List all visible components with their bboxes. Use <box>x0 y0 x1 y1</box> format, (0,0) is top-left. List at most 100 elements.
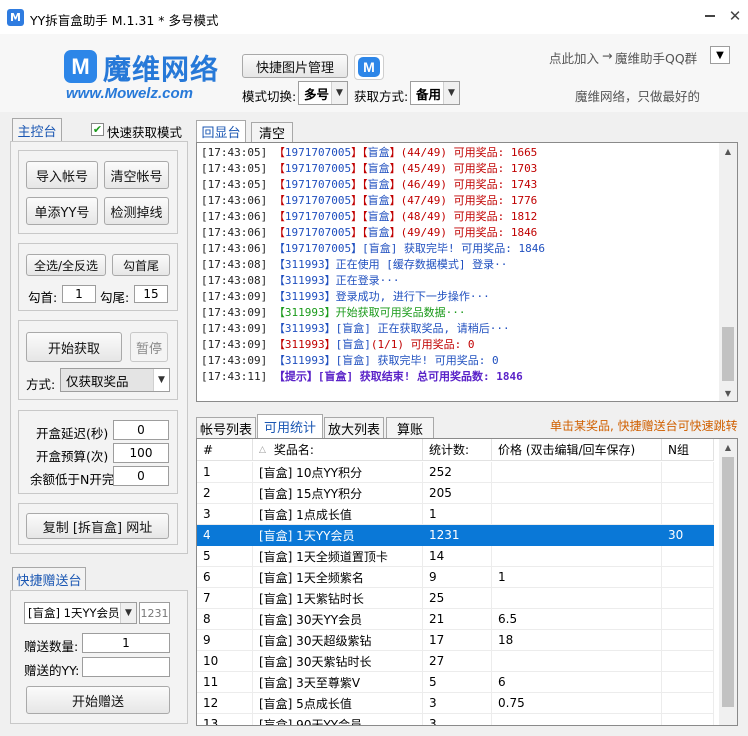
minimize-button[interactable] <box>702 8 718 24</box>
join-link[interactable]: 点此加入 <box>549 48 599 67</box>
table-row[interactable]: 6 [盲盒] 1天全频紫名 9 1 <box>197 567 714 588</box>
table-row[interactable]: 3 [盲盒] 1点成长值 1 <box>197 504 714 525</box>
table-row[interactable]: 9 [盲盒] 30天超级紫钻 17 18 <box>197 630 714 651</box>
cell-index: 10 <box>197 651 253 672</box>
log-line: [17:43:05] 【1971707005】【盲盒】(46/49) 可用奖品:… <box>201 177 537 192</box>
cell-price[interactable]: 0.75 <box>492 693 662 714</box>
scroll-up-icon[interactable]: ▲ <box>719 143 737 159</box>
cell-price[interactable] <box>492 462 662 483</box>
tab-log-display[interactable]: 回显台 <box>196 120 246 142</box>
log-text: 】(49/49) 可用奖品: 1846 <box>389 226 538 239</box>
cell-count: 17 <box>423 630 492 651</box>
head-input[interactable]: 1 <box>62 285 96 303</box>
table-row[interactable]: 1 [盲盒] 10点YY积分 252 <box>197 462 714 483</box>
close-button[interactable]: ✕ <box>726 6 744 26</box>
table-row[interactable]: 12 [盲盒] 5点成长值 3 0.75 <box>197 693 714 714</box>
log-text: 【311993】[盲盒] 获取完毕! 可用奖品: 0 <box>267 354 499 367</box>
cell-price[interactable]: 6 <box>492 672 662 693</box>
log-timestamp: [17:43:08] <box>201 258 268 271</box>
cell-price[interactable]: 18 <box>492 630 662 651</box>
tab-account-list[interactable]: 帐号列表 <box>196 417 256 438</box>
qq-group-link[interactable]: 魔维助手QQ群 <box>615 48 697 67</box>
cell-price[interactable] <box>492 483 662 504</box>
log-text: 1971707005 <box>284 162 352 175</box>
table-row[interactable]: 2 [盲盒] 15点YY积分 205 <box>197 483 714 504</box>
log-text: 1971707005 <box>284 210 352 223</box>
log-timestamp: [17:43:06] <box>201 242 268 255</box>
fast-mode-label[interactable]: 快速获取模式 <box>107 122 182 141</box>
log-scrollbar[interactable]: ▲ ▼ <box>719 143 737 401</box>
cell-count: 205 <box>423 483 492 504</box>
gift-item-value: [盲盒] 1天YY会员 <box>28 606 120 620</box>
open-delay-input[interactable]: 0 <box>113 420 169 440</box>
balance-input[interactable]: 0 <box>113 466 169 486</box>
cell-price[interactable] <box>492 504 662 525</box>
image-manage-button[interactable]: 快捷图片管理 <box>242 54 348 78</box>
table-row[interactable]: 4 [盲盒] 1天YY会员 1231 30 <box>197 525 714 546</box>
log-output[interactable]: [17:43:05] 【1971707005】【盲盒】(44/49) 可用奖品:… <box>196 142 738 402</box>
table-row[interactable]: 5 [盲盒] 1天全频道置顶卡 14 <box>197 546 714 567</box>
get-method-select[interactable]: 备用 ▼ <box>410 81 460 105</box>
log-text: [盲盒] <box>335 338 371 351</box>
log-timestamp: [17:43:06] <box>201 226 268 239</box>
open-repeat-input[interactable]: 100 <box>113 443 169 463</box>
column-header-groups[interactable]: N组 <box>662 439 714 461</box>
tab-zoom-list[interactable]: 放大列表 <box>324 417 384 438</box>
table-row[interactable]: 7 [盲盒] 1天紫钻时长 25 <box>197 588 714 609</box>
cell-count: 1231 <box>423 525 492 546</box>
scroll-up-icon[interactable]: ▲ <box>719 439 737 455</box>
method-select[interactable]: 仅获取奖品 ▼ <box>60 368 170 392</box>
cell-count: 9 <box>423 567 492 588</box>
column-header-count[interactable]: 统计数: <box>423 439 492 461</box>
log-scroll-thumb[interactable] <box>722 327 734 381</box>
table-scrollbar[interactable]: ▲ <box>719 439 737 725</box>
cell-price[interactable] <box>492 588 662 609</box>
tab-log-clear[interactable]: 清空 <box>251 122 293 142</box>
table-row[interactable]: 10 [盲盒] 30天紫钻时长 27 <box>197 651 714 672</box>
import-accounts-button[interactable]: 导入帐号 <box>26 161 98 189</box>
gift-qty-input[interactable]: 1 <box>82 633 170 653</box>
copy-url-button[interactable]: 复制 [拆盲盒] 网址 <box>26 513 169 539</box>
tail-input[interactable]: 15 <box>134 285 168 303</box>
detect-offline-button[interactable]: 检测掉线 <box>104 197 169 225</box>
cell-price[interactable] <box>492 525 662 546</box>
tab-main-console[interactable]: 主控台 <box>12 118 62 142</box>
gift-qty-label: 赠送数量: <box>24 639 79 654</box>
column-header-price[interactable]: 价格 (双击编辑/回车保存) <box>492 439 662 461</box>
clear-accounts-button[interactable]: 清空帐号 <box>104 161 169 189</box>
cell-count: 27 <box>423 651 492 672</box>
log-line: [17:43:08] 【311993】正在使用 [缓存数据模式] 登录·· <box>201 257 507 272</box>
cell-price[interactable]: 1 <box>492 567 662 588</box>
start-gift-button[interactable]: 开始赠送 <box>26 686 170 714</box>
cell-price[interactable]: 6.5 <box>492 609 662 630</box>
tab-available-stats[interactable]: 可用统计 <box>257 414 323 438</box>
column-header-name[interactable]: △ 奖品名: <box>253 439 423 461</box>
cell-price[interactable] <box>492 651 662 672</box>
log-timestamp: [17:43:09] <box>201 290 268 303</box>
add-single-yy-button[interactable]: 单添YY号 <box>26 197 98 225</box>
scroll-down-icon[interactable]: ▼ <box>719 385 737 401</box>
chevron-down-icon: ▼ <box>331 82 347 104</box>
header-dropdown-button[interactable]: ▼ <box>710 46 730 64</box>
tab-quick-gift[interactable]: 快捷赠送台 <box>12 567 86 591</box>
cell-price[interactable] <box>492 714 662 725</box>
logo-m-icon: M <box>64 50 97 83</box>
table-row[interactable]: 13 [盲盒] 90天YY会员 3 <box>197 714 714 725</box>
table-scroll-thumb[interactable] <box>722 457 734 707</box>
table-row[interactable]: 11 [盲盒] 3天至尊紫V 5 6 <box>197 672 714 693</box>
tab-accounting[interactable]: 算账 <box>386 417 434 438</box>
logo-url: www.Mowelz.com <box>66 85 193 102</box>
select-all-button[interactable]: 全选/全反选 <box>26 254 106 276</box>
column-header-index[interactable]: # <box>197 439 253 461</box>
gift-target-input[interactable] <box>82 657 170 677</box>
stats-table[interactable]: # △ 奖品名: 统计数: 价格 (双击编辑/回车保存) N组 1 [盲盒] 10点… <box>196 438 738 726</box>
gift-item-select[interactable]: [盲盒] 1天YY会员 ▼ <box>24 602 137 624</box>
table-row[interactable]: 8 [盲盒] 30天YY会员 21 6.5 <box>197 609 714 630</box>
check-head-tail-button[interactable]: 勾首尾 <box>112 254 170 276</box>
cell-price[interactable] <box>492 546 662 567</box>
cell-groups <box>662 651 714 672</box>
fast-mode-checkbox[interactable]: ✔ <box>91 123 104 136</box>
start-fetch-button[interactable]: 开始获取 <box>26 332 122 362</box>
mode-select[interactable]: 多号 ▼ <box>298 81 348 105</box>
pause-button[interactable]: 暂停 <box>130 332 168 362</box>
